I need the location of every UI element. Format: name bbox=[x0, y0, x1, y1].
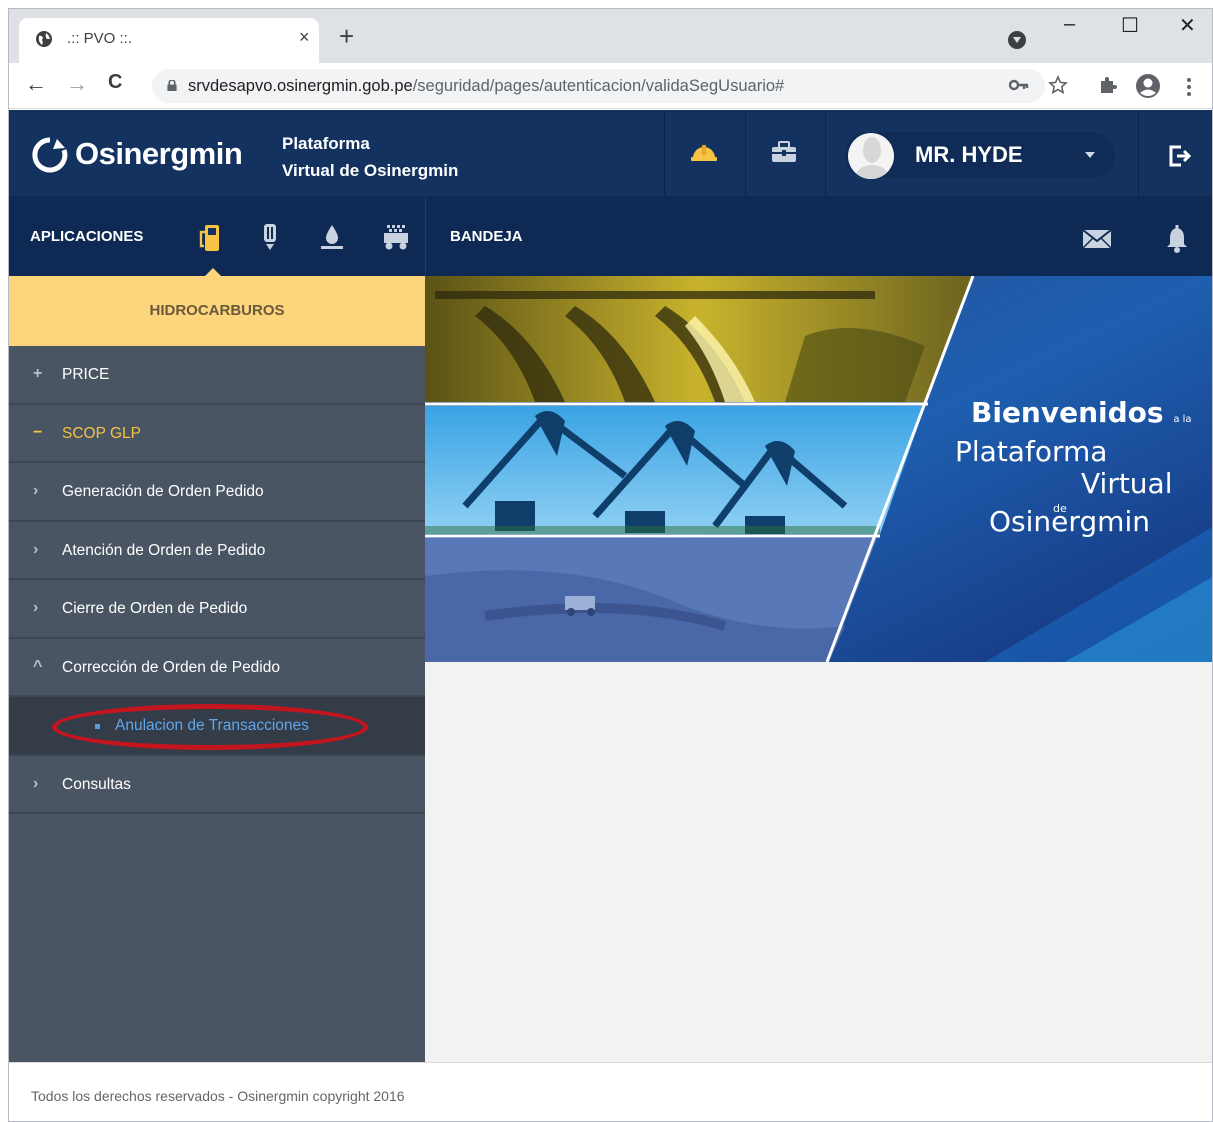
bandeja-label[interactable]: BANDEJA bbox=[450, 228, 523, 245]
bookmark-star-icon[interactable] bbox=[1048, 75, 1068, 95]
menu-icon[interactable] bbox=[1186, 77, 1192, 97]
logo-text: Osinergmin bbox=[75, 136, 243, 171]
logout-icon[interactable] bbox=[1167, 144, 1191, 168]
chevron-up-icon: ^ bbox=[33, 657, 43, 675]
menu-item-scop-glp[interactable]: − SCOP GLP bbox=[9, 405, 425, 463]
chevron-right-icon: › bbox=[33, 540, 39, 558]
welcome-line4: Osinergmin bbox=[989, 505, 1150, 538]
maximize-button[interactable]: ☐ bbox=[1121, 13, 1139, 38]
tab-close-icon[interactable]: × bbox=[299, 27, 310, 48]
copyright-text: Todos los derechos reservados - Osinergm… bbox=[31, 1088, 405, 1104]
platform-line1: Plataforma bbox=[282, 134, 370, 153]
user-name: MR. HYDE bbox=[915, 142, 1023, 167]
menu-item-price[interactable]: + PRICE bbox=[9, 346, 425, 405]
oil-drop-icon[interactable] bbox=[319, 222, 345, 252]
welcome-text: Bienvenidos a la Plataforma Virtual de O… bbox=[955, 396, 1192, 538]
bulb-icon[interactable] bbox=[261, 222, 279, 252]
user-menu[interactable]: MR. HYDE bbox=[845, 132, 1115, 179]
welcome-line1: Bienvenidos bbox=[971, 396, 1164, 429]
menu-item-atencion[interactable]: › Atención de Orden de Pedido bbox=[9, 522, 425, 580]
header-divider bbox=[1138, 110, 1139, 196]
osinergmin-logo-icon bbox=[32, 137, 68, 173]
subbar-divider bbox=[425, 196, 426, 276]
url-path: /seguridad/pages/autenticacion/validaSeg… bbox=[412, 77, 785, 95]
platform-title: Plataforma Virtual de Osinergmin bbox=[282, 130, 458, 184]
header-divider bbox=[745, 110, 746, 196]
address-bar[interactable]: srvdesapvo.osinergmin.gob.pe/seguridad/p… bbox=[152, 69, 1045, 103]
close-window-button[interactable]: ✕ bbox=[1179, 13, 1196, 38]
tab-title: .:: PVO ::. bbox=[67, 30, 133, 47]
url-host: srvdesapvo.osinergmin.gob.pe bbox=[188, 77, 413, 95]
chevron-down-icon bbox=[1085, 152, 1095, 158]
section-title: HIDROCARBUROS bbox=[9, 276, 425, 346]
back-button[interactable]: ← bbox=[25, 71, 47, 97]
header-divider bbox=[664, 110, 665, 196]
minus-icon: − bbox=[33, 423, 43, 441]
secondary-bar: APLICACIONES BANDEJA bbox=[9, 196, 1212, 276]
extensions-icon[interactable] bbox=[1098, 75, 1118, 95]
globe-icon bbox=[36, 31, 52, 47]
avatar bbox=[848, 133, 894, 179]
submenu-item-anulacion[interactable]: Anulacion de Transacciones bbox=[9, 697, 425, 756]
menu-item-label: SCOP GLP bbox=[62, 424, 141, 442]
welcome-banner: Bienvenidos a la Plataforma Virtual de O… bbox=[425, 276, 1212, 662]
profile-icon[interactable] bbox=[1135, 73, 1161, 99]
menu-item-label: Consultas bbox=[62, 775, 131, 793]
browser-window: .:: PVO ::. × + – ☐ ✕ ← → C srvdesapvo.o… bbox=[8, 8, 1213, 1122]
welcome-line2: Plataforma bbox=[955, 435, 1108, 468]
menu-item-label: Cierre de Orden de Pedido bbox=[62, 600, 248, 617]
main-content-area bbox=[425, 662, 1212, 1062]
footer: Todos los derechos reservados - Osinergm… bbox=[9, 1062, 1212, 1121]
minimize-button[interactable]: – bbox=[1064, 13, 1075, 36]
forward-button[interactable]: → bbox=[66, 71, 88, 97]
menu-item-label: Corrección de Orden de Pedido bbox=[62, 658, 280, 676]
menu-item-consultas[interactable]: › Consultas bbox=[9, 756, 425, 814]
platform-line2: Virtual de Osinergmin bbox=[282, 161, 459, 180]
menu-item-label: PRICE bbox=[62, 366, 110, 383]
reload-button[interactable]: C bbox=[108, 71, 122, 94]
browser-toolbar: ← → C srvdesapvo.osinergmin.gob.pe/segur… bbox=[9, 63, 1212, 109]
url-text[interactable]: srvdesapvo.osinergmin.gob.pe/seguridad/p… bbox=[188, 77, 784, 96]
welcome-line1-small: a la bbox=[1173, 414, 1192, 425]
mining-truck-icon[interactable] bbox=[381, 222, 411, 252]
applications-label: APLICACIONES bbox=[30, 228, 144, 245]
menu-item-cierre[interactable]: › Cierre de Orden de Pedido bbox=[9, 580, 425, 639]
sidebar: HIDROCARBUROS + PRICE − SCOP GLP › Gener… bbox=[9, 276, 425, 1062]
key-icon[interactable] bbox=[1009, 79, 1029, 91]
tab-strip: .:: PVO ::. × + – ☐ ✕ bbox=[9, 9, 1212, 63]
highlight-annotation bbox=[52, 704, 368, 750]
helmet-icon[interactable] bbox=[690, 140, 718, 164]
header-divider bbox=[825, 110, 826, 196]
fuel-pump-icon[interactable] bbox=[199, 222, 225, 252]
mail-icon[interactable] bbox=[1082, 229, 1112, 249]
welcome-line3: Virtual bbox=[1081, 467, 1173, 500]
bell-icon[interactable] bbox=[1165, 225, 1189, 253]
menu-item-generacion[interactable]: › Generación de Orden Pedido bbox=[9, 463, 425, 522]
browser-tab[interactable]: .:: PVO ::. × bbox=[19, 18, 319, 63]
chevron-right-icon: › bbox=[33, 482, 39, 499]
media-control-icon[interactable] bbox=[1008, 31, 1026, 49]
menu-item-correccion[interactable]: ^ Corrección de Orden de Pedido bbox=[9, 639, 425, 697]
menu-item-label: Generación de Orden Pedido bbox=[62, 483, 264, 500]
toolbox-icon[interactable] bbox=[770, 140, 798, 164]
active-app-pointer bbox=[205, 268, 221, 276]
lock-icon bbox=[167, 80, 177, 91]
chevron-right-icon: › bbox=[33, 599, 39, 616]
new-tab-button[interactable]: + bbox=[339, 23, 354, 49]
app-header: Osinergmin Plataforma Virtual de Osinerg… bbox=[9, 110, 1212, 196]
menu-item-label: Atención de Orden de Pedido bbox=[62, 541, 266, 559]
plus-icon: + bbox=[33, 365, 43, 382]
chevron-right-icon: › bbox=[33, 774, 39, 792]
